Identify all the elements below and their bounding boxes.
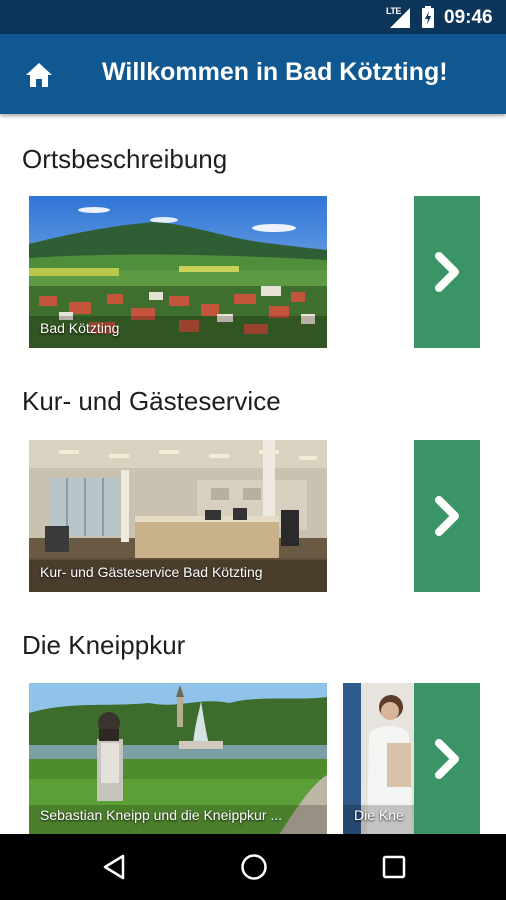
section-title: Kur- und Gästeservice	[22, 386, 281, 416]
signal-icon	[390, 8, 410, 28]
next-button-gaesteservice[interactable]	[414, 440, 480, 592]
chevron-right-icon	[435, 496, 459, 536]
back-icon	[103, 854, 125, 880]
next-button-kneippkur[interactable]	[414, 683, 480, 834]
next-button-ortsbeschreibung[interactable]	[414, 196, 480, 348]
card-sebastian-kneipp[interactable]: Sebastian Kneipp und die Kneippkur ...	[29, 683, 327, 834]
card-gaesteservice[interactable]: Kur- und Gästeservice Bad Kötzting	[29, 440, 327, 592]
card-bad-koetzting[interactable]: Bad Kötzting	[29, 196, 327, 348]
chevron-right-icon	[435, 739, 459, 779]
section-title: Die Kneippkur	[22, 630, 186, 660]
recents-button[interactable]	[378, 851, 410, 883]
home-icon	[26, 63, 52, 87]
home-nav-button[interactable]	[238, 851, 270, 883]
app-bar: Willkommen in Bad Kötzting!	[0, 34, 506, 114]
back-button[interactable]	[98, 851, 130, 883]
page-title: Willkommen in Bad Kötzting!	[102, 58, 448, 86]
navigation-bar	[0, 834, 506, 900]
recents-icon	[382, 855, 406, 879]
battery-charging-icon	[422, 6, 434, 28]
card-die-kneippkur[interactable]: Die Kne	[343, 683, 414, 834]
card-caption: Bad Kötzting	[40, 320, 120, 336]
card-caption: Die Kne	[354, 807, 404, 823]
status-bar: LTE 09:46	[0, 0, 506, 34]
home-circle-icon	[241, 854, 267, 880]
card-caption: Kur- und Gästeservice Bad Kötzting	[40, 564, 263, 580]
card-caption: Sebastian Kneipp und die Kneippkur ...	[40, 807, 283, 823]
main-content[interactable]: Ortsbeschreibung Bad Kötzting Kur- und G…	[0, 114, 506, 834]
clock: 09:46	[444, 7, 493, 28]
chevron-right-icon	[435, 252, 459, 292]
section-title: Ortsbeschreibung	[22, 144, 228, 174]
home-button[interactable]	[16, 56, 62, 94]
